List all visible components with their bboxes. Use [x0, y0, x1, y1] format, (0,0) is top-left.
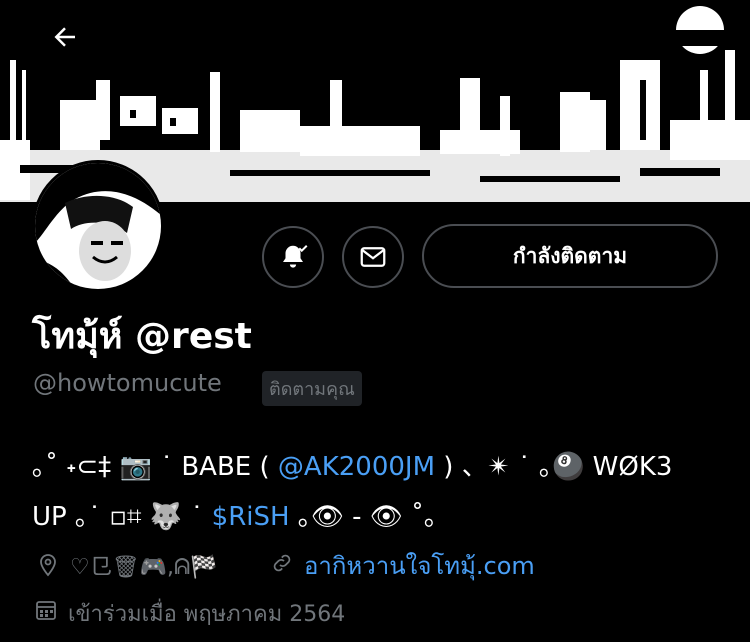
arrow-left-icon [54, 27, 75, 47]
joined-date: เข้าร่วมเมื่อ พฤษภาคม 2564 [68, 601, 346, 627]
bio-line-1: ｡˚ ˖⊂‡ 📷 ˙ BABE ( @AK2000JM ) 、✴ ˙ ｡🎱 WØ… [32, 446, 722, 483]
link-icon [270, 551, 294, 579]
bio-mention-link[interactable]: @AK2000JM [278, 452, 435, 482]
bio-text: ｡👁 - 👁 ˚｡ [289, 502, 438, 532]
bio-line-2: UP ｡˙ ▫⌗ 🐺 ˙ $RiSH ｡👁 - 👁 ˚｡ [32, 496, 722, 533]
website-row[interactable]: อากิหวานใจโทมุ้.com [270, 548, 535, 582]
avatar-image [35, 163, 161, 289]
bio-text: ｡˚ ˖⊂‡ 📷 ˙ BABE ( [32, 452, 278, 482]
display-name: โทมุ้ห์ @rest [32, 316, 252, 357]
back-button[interactable] [44, 16, 86, 58]
avatar[interactable] [32, 160, 164, 292]
joined-row: เข้าร่วมเมื่อ พฤษภาคม 2564 [34, 596, 345, 630]
location-pin-icon [34, 551, 62, 579]
location-text: ♡⺋🗑🎮,ᕱ🏁 [70, 555, 218, 580]
following-button[interactable]: กำลังติดตาม [422, 224, 718, 288]
message-button[interactable] [342, 226, 404, 288]
follows-you-badge: ติดตามคุณ [262, 371, 362, 406]
bell-check-icon [283, 245, 308, 268]
handle: @howtomucute [33, 369, 222, 397]
bio-cashtag-link[interactable]: $RiSH [212, 502, 290, 532]
website-link[interactable]: อากิหวานใจโทมุ้.com [304, 546, 535, 585]
bio-text: ) 、✴ ˙ ｡🎱 WØK3 [435, 452, 673, 482]
location-row: ♡⺋🗑🎮,ᕱ🏁 [34, 548, 218, 582]
calendar-icon [34, 598, 58, 628]
mail-icon [360, 247, 386, 267]
bio-text: UP ｡˙ ▫⌗ 🐺 ˙ [32, 502, 212, 532]
notify-button[interactable] [262, 226, 324, 288]
